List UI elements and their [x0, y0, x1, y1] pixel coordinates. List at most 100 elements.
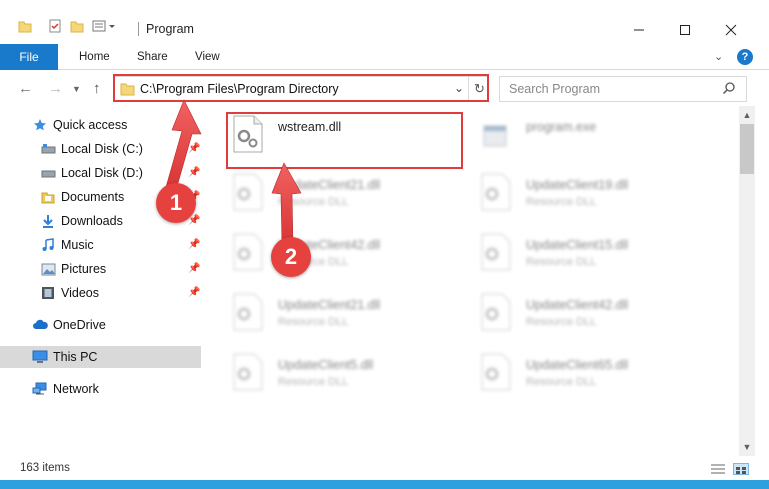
new-folder-icon[interactable] [70, 19, 84, 36]
address-bar-highlight [113, 74, 489, 102]
dll-file-icon [230, 232, 266, 272]
sidebar-item-label: Videos [61, 286, 99, 300]
sidebar-item-label: Music [61, 238, 94, 252]
tab-view[interactable]: View [195, 51, 220, 63]
file-item[interactable]: UpdateClient5.dll Resource DLL [230, 352, 466, 402]
dll-file-icon [230, 292, 266, 332]
forward-arrow-icon[interactable]: → [48, 80, 63, 97]
documents-icon [40, 189, 56, 205]
details-view-icon[interactable] [710, 463, 726, 475]
file-type: Resource DLL [526, 196, 597, 208]
sidebar-item-local-disk-d[interactable]: Local Disk (D:) 📌 [0, 162, 201, 184]
file-name: UpdateClient21.dll [278, 178, 381, 192]
pin-icon: 📌 [188, 167, 201, 178]
file-item[interactable]: UpdateClient21.dll Resource DLL [230, 292, 466, 342]
customize-toolbar-icon[interactable] [92, 19, 116, 36]
title-separator [138, 22, 139, 36]
window-title: Program [146, 22, 194, 36]
sidebar-item-quick-access[interactable]: Quick access [0, 114, 201, 136]
search-icon[interactable] [722, 81, 736, 98]
recent-locations-chevron-icon[interactable]: ▼ [72, 84, 81, 94]
download-icon [40, 213, 56, 229]
tab-share[interactable]: Share [137, 51, 168, 63]
computer-icon [32, 349, 48, 365]
sidebar-item-label: Pictures [61, 262, 107, 276]
file-type: Resource DLL [278, 376, 349, 388]
tab-file[interactable]: File [0, 44, 58, 70]
star-icon [32, 117, 48, 133]
network-icon [32, 381, 48, 397]
navigation-pane: Quick access Local Disk (C:) 📌 Local Dis… [0, 106, 206, 456]
file-name: UpdateClient5.dll [278, 358, 374, 372]
sidebar-item-label: OneDrive [53, 318, 106, 332]
step-1-badge: 1 [156, 183, 196, 223]
file-name: program.exe [526, 120, 597, 134]
pictures-icon [40, 261, 56, 277]
file-type: Resource DLL [526, 376, 597, 388]
pin-icon: 📌 [188, 239, 201, 250]
status-bar: 163 items [0, 456, 769, 480]
step-2-badge: 2 [271, 237, 311, 277]
sidebar-item-onedrive[interactable]: OneDrive [0, 314, 201, 336]
sidebar-item-pictures[interactable]: Pictures 📌 [0, 258, 201, 280]
file-name: UpdateClient21.dll [278, 298, 381, 312]
up-arrow-icon[interactable]: ↑ [93, 80, 101, 97]
expand-ribbon-chevron-icon[interactable]: ⌄ [714, 50, 723, 63]
tab-home[interactable]: Home [79, 51, 110, 63]
folder-icon [18, 19, 32, 36]
sidebar-item-label: This PC [53, 350, 98, 364]
search-box[interactable]: Search Program [499, 76, 747, 102]
videos-icon [40, 285, 56, 301]
minimize-button[interactable] [616, 18, 662, 42]
properties-icon[interactable] [48, 19, 62, 36]
file-type: Resource DLL [278, 316, 349, 328]
sidebar-item-this-pc[interactable]: This PC [0, 346, 201, 368]
sidebar-item-local-disk-c[interactable]: Local Disk (C:) 📌 [0, 138, 201, 160]
sidebar-item-label: Local Disk (D:) [61, 166, 143, 180]
music-icon [40, 237, 56, 253]
back-arrow-icon[interactable]: ← [18, 80, 33, 97]
vertical-scrollbar[interactable]: ▲ ▼ [739, 106, 755, 456]
dll-file-icon [478, 352, 514, 392]
scrollbar-thumb[interactable] [740, 124, 754, 174]
file-item[interactable]: UpdateClient65.dll Resource DLL [478, 352, 714, 402]
sidebar-item-videos[interactable]: Videos 📌 [0, 282, 201, 304]
file-type: Resource DLL [278, 196, 349, 208]
help-button[interactable]: ? [737, 49, 753, 65]
file-type: Resource DLL [526, 316, 597, 328]
ribbon: File Home Share View ⌄ ? [0, 44, 769, 70]
sidebar-item-label: Network [53, 382, 99, 396]
sidebar-item-label: Downloads [61, 214, 123, 228]
file-name: UpdateClient15.dll [526, 238, 629, 252]
pin-icon: 📌 [188, 263, 201, 274]
file-item[interactable]: UpdateClient21.dll Resource DLL [230, 172, 466, 222]
dll-file-icon [478, 172, 514, 212]
scroll-up-icon[interactable]: ▲ [739, 108, 755, 122]
pin-icon: 📌 [188, 143, 201, 154]
taskbar-edge [0, 480, 769, 489]
sidebar-item-label: Documents [61, 190, 125, 204]
close-button[interactable] [708, 18, 754, 42]
file-item[interactable]: UpdateClient42.dll Resource DLL [478, 292, 714, 342]
file-name: UpdateClient42.dll [526, 298, 629, 312]
dll-file-icon [230, 352, 266, 392]
sidebar-item-network[interactable]: Network [0, 378, 201, 400]
search-input[interactable]: Search Program [509, 82, 600, 96]
cloud-icon [32, 317, 48, 333]
scroll-down-icon[interactable]: ▼ [739, 440, 755, 454]
file-item[interactable]: UpdateClient19.dll Resource DLL [478, 172, 714, 222]
file-name: UpdateClient65.dll [526, 358, 629, 372]
file-type: Resource DLL [526, 256, 597, 268]
dll-file-icon [478, 232, 514, 272]
file-item[interactable]: UpdateClient15.dll Resource DLL [478, 232, 714, 282]
target-file-highlight [226, 112, 463, 169]
exe-file-icon [478, 114, 514, 154]
file-item[interactable]: UpdateClient42.dll Resource DLL [230, 232, 466, 282]
large-icons-view-icon[interactable] [733, 463, 749, 475]
title-bar: Program [0, 0, 769, 44]
dll-file-icon [478, 292, 514, 332]
sidebar-item-label: Quick access [53, 118, 128, 132]
sidebar-item-music[interactable]: Music 📌 [0, 234, 201, 256]
maximize-button[interactable] [662, 18, 708, 42]
file-item[interactable]: program.exe [478, 114, 714, 164]
